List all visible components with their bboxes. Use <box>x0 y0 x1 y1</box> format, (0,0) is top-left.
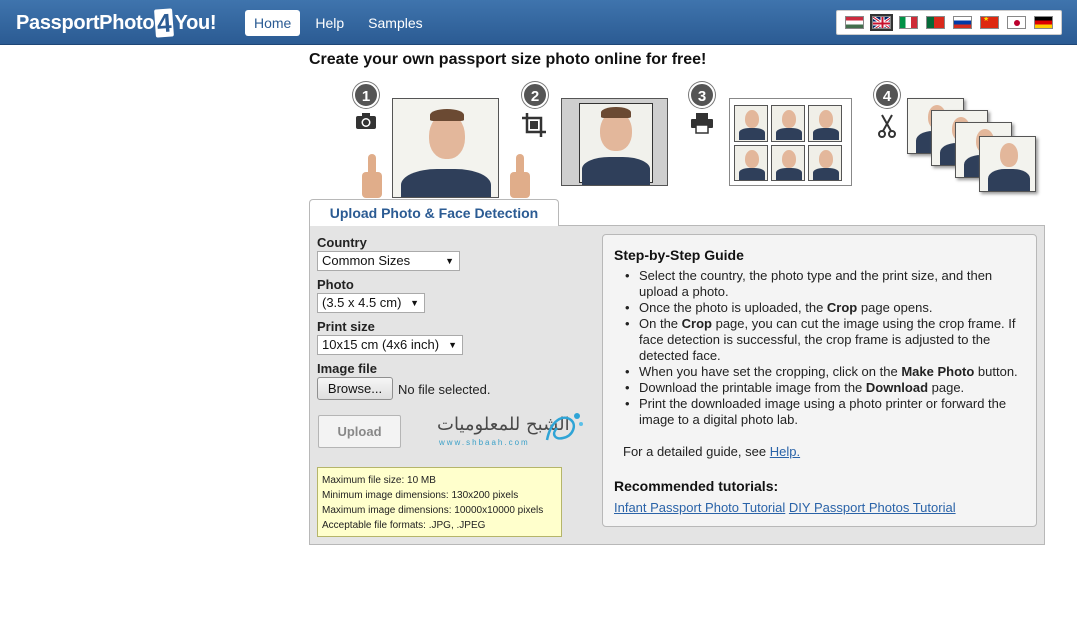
site-logo[interactable]: PassportPhoto 4 You! <box>16 7 217 39</box>
nav-help[interactable]: Help <box>306 10 353 36</box>
guide-item: On the Crop page, you can cut the image … <box>625 316 1025 364</box>
guide-list: Select the country, the photo type and t… <box>625 268 1025 428</box>
japan-flag[interactable] <box>1007 16 1026 29</box>
info-line: Maximum file size: 10 MB <box>322 475 436 486</box>
step-4-cut-photos <box>907 98 1039 194</box>
guide-item: Select the country, the photo type and t… <box>625 268 1025 300</box>
chevron-down-icon: ▼ <box>445 256 454 266</box>
nav-samples[interactable]: Samples <box>359 10 431 36</box>
site-watermark: الشبح للمعلوميات www.shbaah.com <box>437 410 587 450</box>
russia-flag[interactable] <box>953 16 972 29</box>
upload-button[interactable]: Upload <box>318 415 401 448</box>
hungary-flag[interactable] <box>845 16 864 29</box>
uk-flag[interactable] <box>870 14 893 31</box>
top-bar: PassportPhoto 4 You! Home Help Samples ★ <box>0 0 1077 45</box>
main-nav: Home Help Samples <box>245 10 432 36</box>
nav-home[interactable]: Home <box>245 10 301 36</box>
guide-item: Print the downloaded image using a photo… <box>625 396 1025 428</box>
info-line: Acceptable file formats: .JPG, .JPEG <box>322 520 486 531</box>
print-size-label: Print size <box>317 319 375 334</box>
print-size-select[interactable]: 10x15 cm (4x6 inch) ▼ <box>317 335 463 355</box>
infant-tutorial-link[interactable]: Infant Passport Photo Tutorial <box>614 500 785 515</box>
step-4-badge: 4 <box>874 82 900 108</box>
tutorials-title: Recommended tutorials: <box>614 478 779 494</box>
step-2-photo <box>561 98 668 186</box>
print-size-select-value: 10x15 cm (4x6 inch) <box>322 337 440 352</box>
detailed-guide-text: For a detailed guide, see Help. <box>623 444 801 459</box>
step-1-badge: 1 <box>353 82 379 108</box>
guide-item: Download the printable image from the Do… <box>625 380 1025 396</box>
logo-text-left: PassportPhoto <box>16 11 155 34</box>
thumbs-up-right-icon <box>504 152 534 198</box>
photo-select[interactable]: (3.5 x 4.5 cm) ▼ <box>317 293 425 313</box>
italy-flag[interactable] <box>899 16 918 29</box>
country-select[interactable]: Common Sizes ▼ <box>317 251 460 271</box>
photo-label: Photo <box>317 277 354 292</box>
guide-item: Once the photo is uploaded, the Crop pag… <box>625 300 1025 316</box>
guide-item: When you have set the cropping, click on… <box>625 364 1025 380</box>
step-3-badge: 3 <box>689 82 715 108</box>
step-2-badge: 2 <box>522 82 548 108</box>
no-file-text: No file selected. <box>398 382 491 397</box>
step-3-print-sheet <box>729 98 852 186</box>
upload-limits-info: Maximum file size: 10 MB Minimum image d… <box>317 467 562 537</box>
help-link[interactable]: Help. <box>770 444 800 459</box>
splash-icon <box>545 413 583 441</box>
step-1-photo <box>392 98 499 198</box>
chevron-down-icon: ▼ <box>410 298 419 308</box>
diy-tutorial-link[interactable]: DIY Passport Photos Tutorial <box>789 500 956 515</box>
logo-text-right: You! <box>174 11 217 34</box>
tab-upload-face-detection[interactable]: Upload Photo & Face Detection <box>309 199 559 226</box>
guide-title: Step-by-Step Guide <box>614 247 744 263</box>
tutorial-links: Infant Passport Photo Tutorial DIY Passp… <box>614 500 956 515</box>
image-file-label: Image file <box>317 361 377 376</box>
country-label: Country <box>317 235 367 250</box>
china-flag[interactable]: ★ <box>980 16 999 29</box>
germany-flag[interactable] <box>1034 16 1053 29</box>
language-flags: ★ <box>836 10 1062 35</box>
thumbs-up-left-icon <box>358 152 388 198</box>
portugal-flag[interactable] <box>926 16 945 29</box>
crop-icon <box>521 112 547 142</box>
scissors-icon <box>878 114 896 142</box>
browse-button[interactable]: Browse... <box>317 377 393 400</box>
country-select-value: Common Sizes <box>322 253 411 268</box>
step-by-step-guide: Step-by-Step Guide Select the country, t… <box>602 234 1037 527</box>
info-line: Maximum image dimensions: 10000x10000 pi… <box>322 505 544 516</box>
watermark-site-text: www.shbaah.com <box>439 438 530 447</box>
page-headline: Create your own passport size photo onli… <box>309 51 707 68</box>
info-line: Minimum image dimensions: 130x200 pixels <box>322 490 519 501</box>
logo-digit: 4 <box>154 7 175 39</box>
photo-select-value: (3.5 x 4.5 cm) <box>322 295 402 310</box>
chevron-down-icon: ▼ <box>448 340 457 350</box>
printer-icon <box>690 112 714 138</box>
camera-icon <box>355 112 377 134</box>
